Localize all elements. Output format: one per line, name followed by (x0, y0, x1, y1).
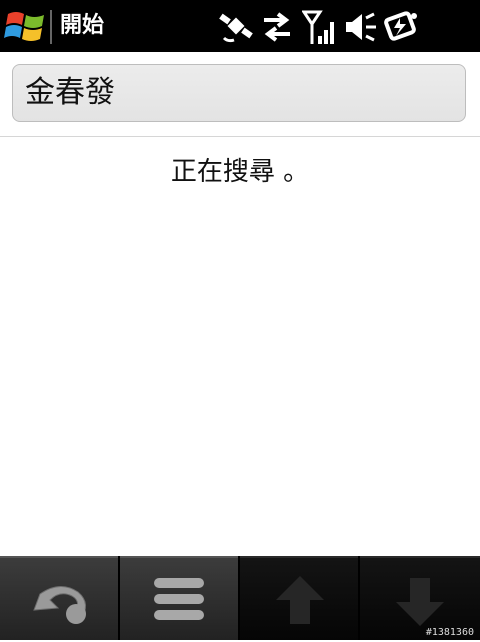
gps-satellite-icon[interactable] (218, 8, 254, 46)
bottom-toolbar (0, 556, 480, 640)
speaker-muted-icon[interactable] (344, 8, 378, 46)
searching-status: 正在搜尋 。 (170, 157, 310, 187)
app-title: 開始 (60, 13, 105, 38)
status-divider (50, 10, 52, 44)
search-input[interactable]: 金春發 (12, 64, 466, 122)
menu-button[interactable] (120, 556, 238, 640)
data-transfer-icon[interactable] (260, 8, 294, 46)
search-area: 金春發 (0, 52, 480, 137)
start-button[interactable] (0, 0, 52, 52)
battery-charging-icon[interactable] (384, 8, 420, 46)
status-bar: 開始 (0, 0, 480, 52)
watermark: #1381360 (425, 627, 474, 638)
back-button[interactable] (0, 556, 118, 640)
signal-strength-icon[interactable] (302, 8, 338, 46)
scroll-up-icon (276, 576, 324, 624)
menu-icon (154, 578, 204, 620)
back-icon (33, 586, 86, 624)
search-query-text: 金春發 (25, 75, 115, 110)
windows-start-icon (4, 12, 44, 41)
scroll-up-button[interactable] (240, 556, 358, 640)
